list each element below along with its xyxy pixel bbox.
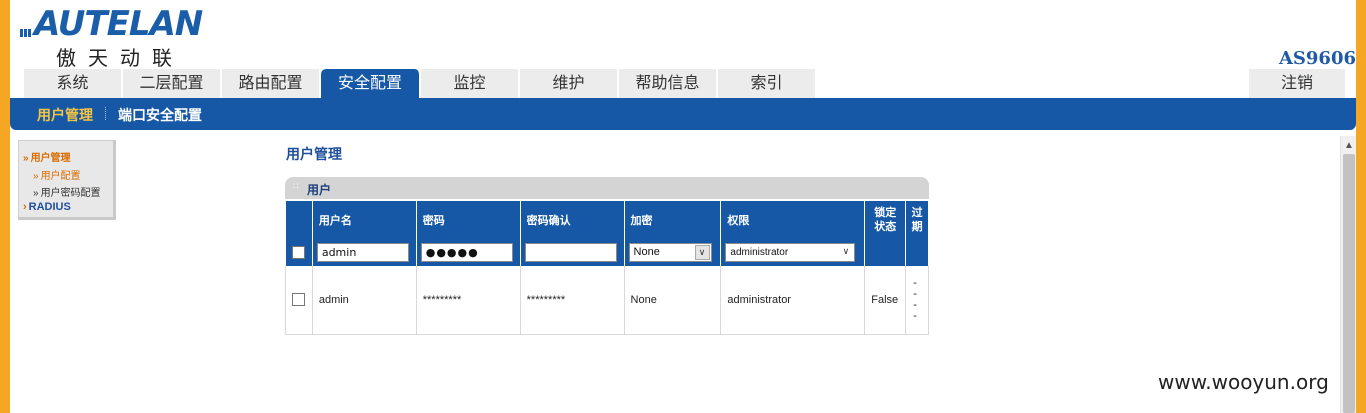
double-arrow-icon: »	[33, 171, 39, 182]
sidebar-group-user-management[interactable]: » 用户管理	[23, 149, 71, 164]
header-privilege: 权限	[720, 201, 866, 238]
sidebar-item-label: 用户密码配置	[40, 188, 101, 199]
cell-locked: False	[864, 266, 907, 335]
tab-index[interactable]: 索引	[718, 69, 816, 98]
scroll-up-icon[interactable]: ▲	[1341, 138, 1356, 154]
header-password-confirm: 密码确认	[520, 201, 625, 238]
subnav-user-management[interactable]: 用户管理	[37, 105, 93, 125]
sidebar-group-label: 用户管理	[30, 153, 71, 164]
double-arrow-icon: »	[33, 188, 39, 199]
panel-header: ∷ 用户	[285, 177, 929, 199]
logo-subtitle: 傲天动联	[56, 46, 184, 70]
input-expire-cell	[905, 238, 929, 266]
chevron-down-icon: »	[23, 153, 29, 164]
cell-password: *********	[416, 266, 521, 335]
header-encrypt: 加密	[624, 201, 722, 238]
sidebar-item-radius[interactable]: › RADIUS	[23, 201, 71, 213]
tab-monitor[interactable]: 监控	[421, 69, 519, 98]
privilege-select[interactable]: administrator ∨	[725, 242, 856, 262]
grip-icon: ∷	[293, 181, 299, 191]
expire-dash: -	[913, 309, 917, 322]
header-lock-status: 锁定 状态	[864, 201, 907, 238]
encrypt-select[interactable]: None ∨	[628, 242, 712, 262]
subnav-separator	[105, 107, 106, 120]
tab-layer2[interactable]: 二层配置	[123, 69, 221, 98]
row-checkbox[interactable]	[292, 293, 306, 307]
chevron-down-icon: ∨	[838, 244, 854, 260]
sidebar-item-user-password-config[interactable]: » 用户密码配置	[33, 184, 101, 199]
input-username-cell: admin	[312, 238, 417, 266]
input-lock-cell	[864, 238, 907, 266]
cell-password-confirm: *********	[520, 266, 625, 335]
tab-help[interactable]: 帮助信息	[619, 69, 717, 98]
panel-title: 用户	[307, 183, 332, 197]
app-frame: AUTELAN 傲天动联 AS9606 系统 二层配置 路由配置 安全配置 监控…	[10, 0, 1356, 413]
header-expire-line2: 期	[911, 220, 923, 233]
header-expire: 过期	[905, 201, 929, 238]
sidebar-item-label: RADIUS	[28, 201, 71, 213]
sidebar: » 用户管理 » 用户配置 » 用户密码配置 › RADIUS	[18, 140, 116, 220]
header-password: 密码	[416, 201, 521, 238]
sub-navigation: 用户管理 端口安全配置	[10, 98, 1356, 130]
tab-system[interactable]: 系统	[24, 69, 122, 98]
chevron-right-icon: ›	[23, 201, 27, 213]
cell-encrypt: None	[624, 266, 722, 335]
page-title: 用户管理	[286, 146, 342, 162]
header-expire-line1: 过	[911, 206, 923, 219]
input-encrypt-cell: None ∨	[624, 238, 722, 266]
cell-expire: - - - -	[905, 266, 929, 335]
device-model: AS9606	[1278, 48, 1356, 69]
tab-routing[interactable]: 路由配置	[222, 69, 320, 98]
cell-username: admin	[312, 266, 417, 335]
header-lock-status-line1: 锁定	[874, 206, 897, 219]
header-username: 用户名	[312, 201, 417, 238]
row-select-cell	[285, 266, 313, 335]
row-checkbox[interactable]	[292, 245, 306, 259]
table-header-row: 用户名 密码 密码确认 加密 权限 锁定 状态 过期	[285, 201, 929, 238]
cell-privilege: administrator	[720, 266, 866, 335]
logo: AUTELAN 傲天动联	[20, 4, 238, 70]
tab-security[interactable]: 安全配置	[321, 69, 420, 98]
password-input[interactable]: ●●●●●	[420, 242, 513, 262]
input-password-confirm-cell	[520, 238, 625, 266]
sidebar-item-label: 用户配置	[40, 171, 81, 182]
encrypt-select-value: None	[633, 245, 660, 258]
chevron-down-icon: ∨	[694, 244, 710, 260]
header: AUTELAN 傲天动联 AS9606 系统 二层配置 路由配置 安全配置 监控…	[10, 0, 1356, 98]
privilege-select-value: administrator	[730, 246, 789, 258]
vertical-scrollbar[interactable]: ▲	[1340, 136, 1356, 413]
logo-mark	[20, 24, 34, 37]
header-select	[285, 201, 313, 238]
tab-maintenance[interactable]: 维护	[520, 69, 618, 98]
input-password-cell: ●●●●●	[416, 238, 521, 266]
subnav-port-security[interactable]: 端口安全配置	[118, 105, 202, 125]
table-row: admin ********* ********* None administr…	[285, 266, 929, 335]
sidebar-item-user-config[interactable]: » 用户配置	[33, 167, 81, 182]
header-lock-status-line2: 状态	[874, 220, 897, 233]
scrollbar-thumb[interactable]	[1343, 154, 1355, 413]
input-select-cell	[285, 238, 313, 266]
watermark: www.wooyun.org	[1158, 370, 1329, 394]
username-input[interactable]: admin	[316, 242, 409, 262]
input-privilege-cell: administrator ∨	[720, 238, 866, 266]
user-table: 用户名 密码 密码确认 加密 权限 锁定 状态 过期 admin ●●●●● No…	[285, 201, 929, 335]
logo-wordmark: AUTELAN	[34, 4, 203, 44]
logout-button[interactable]: 注销	[1249, 69, 1345, 98]
input-row: admin ●●●●● None ∨ administrator ∨	[285, 238, 929, 266]
main-content: » 用户管理 » 用户配置 » 用户密码配置 › RADIUS 用户管理 ∷ 用户 用户…	[10, 136, 1340, 413]
password-confirm-input[interactable]	[524, 242, 617, 262]
